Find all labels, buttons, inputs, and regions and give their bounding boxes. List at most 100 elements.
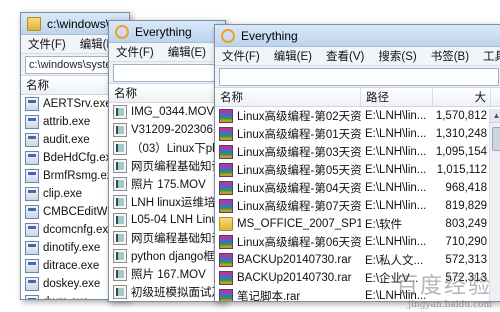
exe-file-icon bbox=[25, 295, 39, 299]
file-name: Linux高级编程-第06天资料... bbox=[237, 237, 361, 249]
file-name: IMG_0344.MOV bbox=[131, 106, 215, 118]
cell-path: E:\LNH\lin... bbox=[365, 236, 427, 248]
window2-menubar: 文件(F) 编辑(E) bbox=[109, 43, 225, 62]
window2-titlebar[interactable]: Everything bbox=[109, 21, 225, 43]
cell-size: 1,310,248 bbox=[435, 128, 487, 140]
list-item[interactable]: 照片 167.MOV bbox=[109, 265, 225, 283]
list-item[interactable]: 网页编程基础知识 bbox=[109, 229, 225, 247]
file-name: CMBCEditWin bbox=[43, 206, 117, 218]
menu-file[interactable]: 文件(F) bbox=[109, 44, 161, 60]
list-item[interactable]: python django框架 bbox=[109, 247, 225, 265]
column-path[interactable]: 路径 bbox=[361, 88, 433, 106]
menu-view[interactable]: 查看(V) bbox=[319, 48, 371, 64]
exe-file-icon bbox=[25, 277, 39, 291]
cell-name: BACKUp20140730.rar bbox=[215, 269, 361, 287]
menu-tools[interactable]: 工具(T) bbox=[476, 48, 500, 64]
everything-app-icon bbox=[221, 28, 235, 43]
menu-edit[interactable]: 编辑(E) bbox=[161, 44, 213, 60]
cell-path: E:\LNH\lin... bbox=[365, 146, 427, 158]
list-item[interactable]: L05-04 LNH Linux bbox=[109, 211, 225, 229]
table-row[interactable]: Linux高级编程-第04天资料... E:\LNH\lin... 968,418 bbox=[215, 179, 500, 197]
window3-search-input[interactable] bbox=[219, 68, 499, 86]
table-row[interactable]: Linux高级编程-第03天资料... E:\LNH\lin... 1,095,15… bbox=[215, 143, 500, 161]
file-name: doskey.exe bbox=[43, 278, 101, 290]
table-row[interactable]: Linux高级编程-第05天资料... E:\LNH\lin... 1,015,11… bbox=[215, 161, 500, 179]
table-row[interactable]: Linux高级编程-第07天资料... E:\LNH\lin... 819,829 bbox=[215, 197, 500, 215]
cell-name: Linux高级编程-第01天资料... bbox=[215, 125, 361, 143]
scroll-up-button[interactable]: ▲ bbox=[490, 109, 500, 123]
menu-file[interactable]: 文件(F) bbox=[215, 48, 267, 64]
exe-file-icon bbox=[25, 223, 39, 237]
list-item[interactable]: 照片 178.MOV bbox=[109, 301, 225, 302]
list-item[interactable]: 网页编程基础知识 bbox=[109, 157, 225, 175]
file-name: Linux高级编程-第03天资料... bbox=[237, 147, 361, 159]
cell-size: 819,829 bbox=[445, 200, 487, 212]
file-name: dinotify.exe bbox=[43, 242, 101, 254]
window2-search-row bbox=[109, 62, 225, 84]
everything-app-icon bbox=[115, 24, 129, 39]
file-name: MS_OFFICE_2007_SP1_SC... bbox=[237, 218, 361, 230]
list-item[interactable]: （03）Linux下php bbox=[109, 139, 225, 157]
cell-path: E:\软件 bbox=[365, 219, 403, 231]
list-item[interactable]: IMG_0344.MOV bbox=[109, 103, 225, 121]
column-size[interactable]: 大 bbox=[433, 88, 491, 106]
window3-titlebar[interactable]: Everything bbox=[215, 25, 500, 47]
exe-file-icon bbox=[25, 205, 39, 219]
file-name: L05-04 LNH Linux bbox=[131, 214, 224, 226]
column-name[interactable]: 名称 bbox=[215, 88, 361, 106]
video-file-icon bbox=[113, 159, 127, 173]
rar-icon bbox=[219, 109, 233, 123]
file-name: ditrace.exe bbox=[43, 260, 100, 272]
table-row[interactable]: Linux高级编程-第01天资料... E:\LNH\lin... 1,310,24… bbox=[215, 125, 500, 143]
list-item[interactable]: LNH linux运维培训 bbox=[109, 193, 225, 211]
cell-name: Linux高级编程-第02天资料... bbox=[215, 107, 361, 125]
video-file-icon bbox=[113, 267, 127, 281]
list-item[interactable]: 照片 175.MOV bbox=[109, 175, 225, 193]
exe-file-icon bbox=[25, 241, 39, 255]
file-name: （03）Linux下php bbox=[131, 143, 225, 155]
window3-menubar: 文件(F) 编辑(E) 查看(V) 搜索(S) 书签(B) 工具(T) bbox=[215, 47, 500, 66]
window3-search-row bbox=[215, 66, 500, 88]
exe-file-icon bbox=[25, 97, 39, 111]
list-item[interactable]: 初级班模拟面试及 bbox=[109, 283, 225, 301]
menu-edit[interactable]: 编辑(E) bbox=[267, 48, 319, 64]
window2-file-list: IMG_0344.MOV V31209-202306.m （03）Linux下php… bbox=[109, 103, 225, 302]
menu-search[interactable]: 搜索(S) bbox=[371, 48, 423, 64]
column-name[interactable]: 名称 bbox=[109, 84, 225, 102]
table-row[interactable]: Linux高级编程-第02天资料... E:\LNH\lin... 1,570,81… bbox=[215, 107, 500, 125]
file-name: LNH linux运维培训 bbox=[131, 197, 225, 209]
file-name: BdeHdCfg.exe bbox=[43, 152, 118, 164]
cell-name: Linux高级编程-第05天资料... bbox=[215, 161, 361, 179]
window-everything-main[interactable]: Everything 文件(F) 编辑(E) 查看(V) 搜索(S) 书签(B)… bbox=[214, 24, 500, 302]
window2-search-input[interactable] bbox=[113, 64, 221, 82]
cell-path: E:\LNH\lin... bbox=[365, 200, 427, 212]
menu-file[interactable]: 文件(F) bbox=[21, 36, 73, 52]
rar-icon bbox=[219, 199, 233, 213]
video-file-icon bbox=[113, 105, 127, 119]
cell-size: 1,095,154 bbox=[435, 146, 487, 158]
rar-icon bbox=[219, 163, 233, 177]
table-row[interactable]: MS_OFFICE_2007_SP1_SC... E:\软件 803,249 bbox=[215, 215, 500, 233]
list-item[interactable]: V31209-202306.m bbox=[109, 121, 225, 139]
file-name: 笔记脚本.rar bbox=[237, 291, 301, 302]
table-row[interactable]: Linux高级编程-第06天资料... E:\LNH\lin... 710,290 bbox=[215, 233, 500, 251]
file-name: V31209-202306.m bbox=[131, 124, 225, 136]
cell-name: Linux高级编程-第03天资料... bbox=[215, 143, 361, 161]
watermark-main: 百度经验 bbox=[395, 274, 492, 299]
window-everything-2[interactable]: Everything 文件(F) 编辑(E) 名称 IMG_0344.MOV V3… bbox=[108, 20, 226, 302]
table-row[interactable]: BACKUp20140730.rar E:\私人文... 572,313 bbox=[215, 251, 500, 269]
cell-path: E:\LNH\lin... bbox=[365, 164, 427, 176]
window3-column-header: 名称 路径 大 bbox=[215, 88, 500, 107]
exe-file-icon bbox=[25, 151, 39, 165]
file-name: Linux高级编程-第05天资料... bbox=[237, 165, 361, 177]
cell-path: E:\LNH\lin... bbox=[365, 182, 427, 194]
menu-bookmarks[interactable]: 书签(B) bbox=[424, 48, 476, 64]
cell-name: MS_OFFICE_2007_SP1_SC... bbox=[215, 215, 361, 233]
file-name: 网页编程基础知识 bbox=[131, 161, 223, 173]
file-name: dwm.exe bbox=[43, 296, 89, 299]
scrollbar-thumb[interactable] bbox=[492, 127, 500, 151]
cell-path: E:\私人文... bbox=[365, 255, 424, 267]
file-name: 照片 175.MOV bbox=[131, 179, 206, 191]
cell-size: 968,418 bbox=[445, 182, 487, 194]
cell-path: E:\LNH\lin... bbox=[365, 110, 427, 122]
